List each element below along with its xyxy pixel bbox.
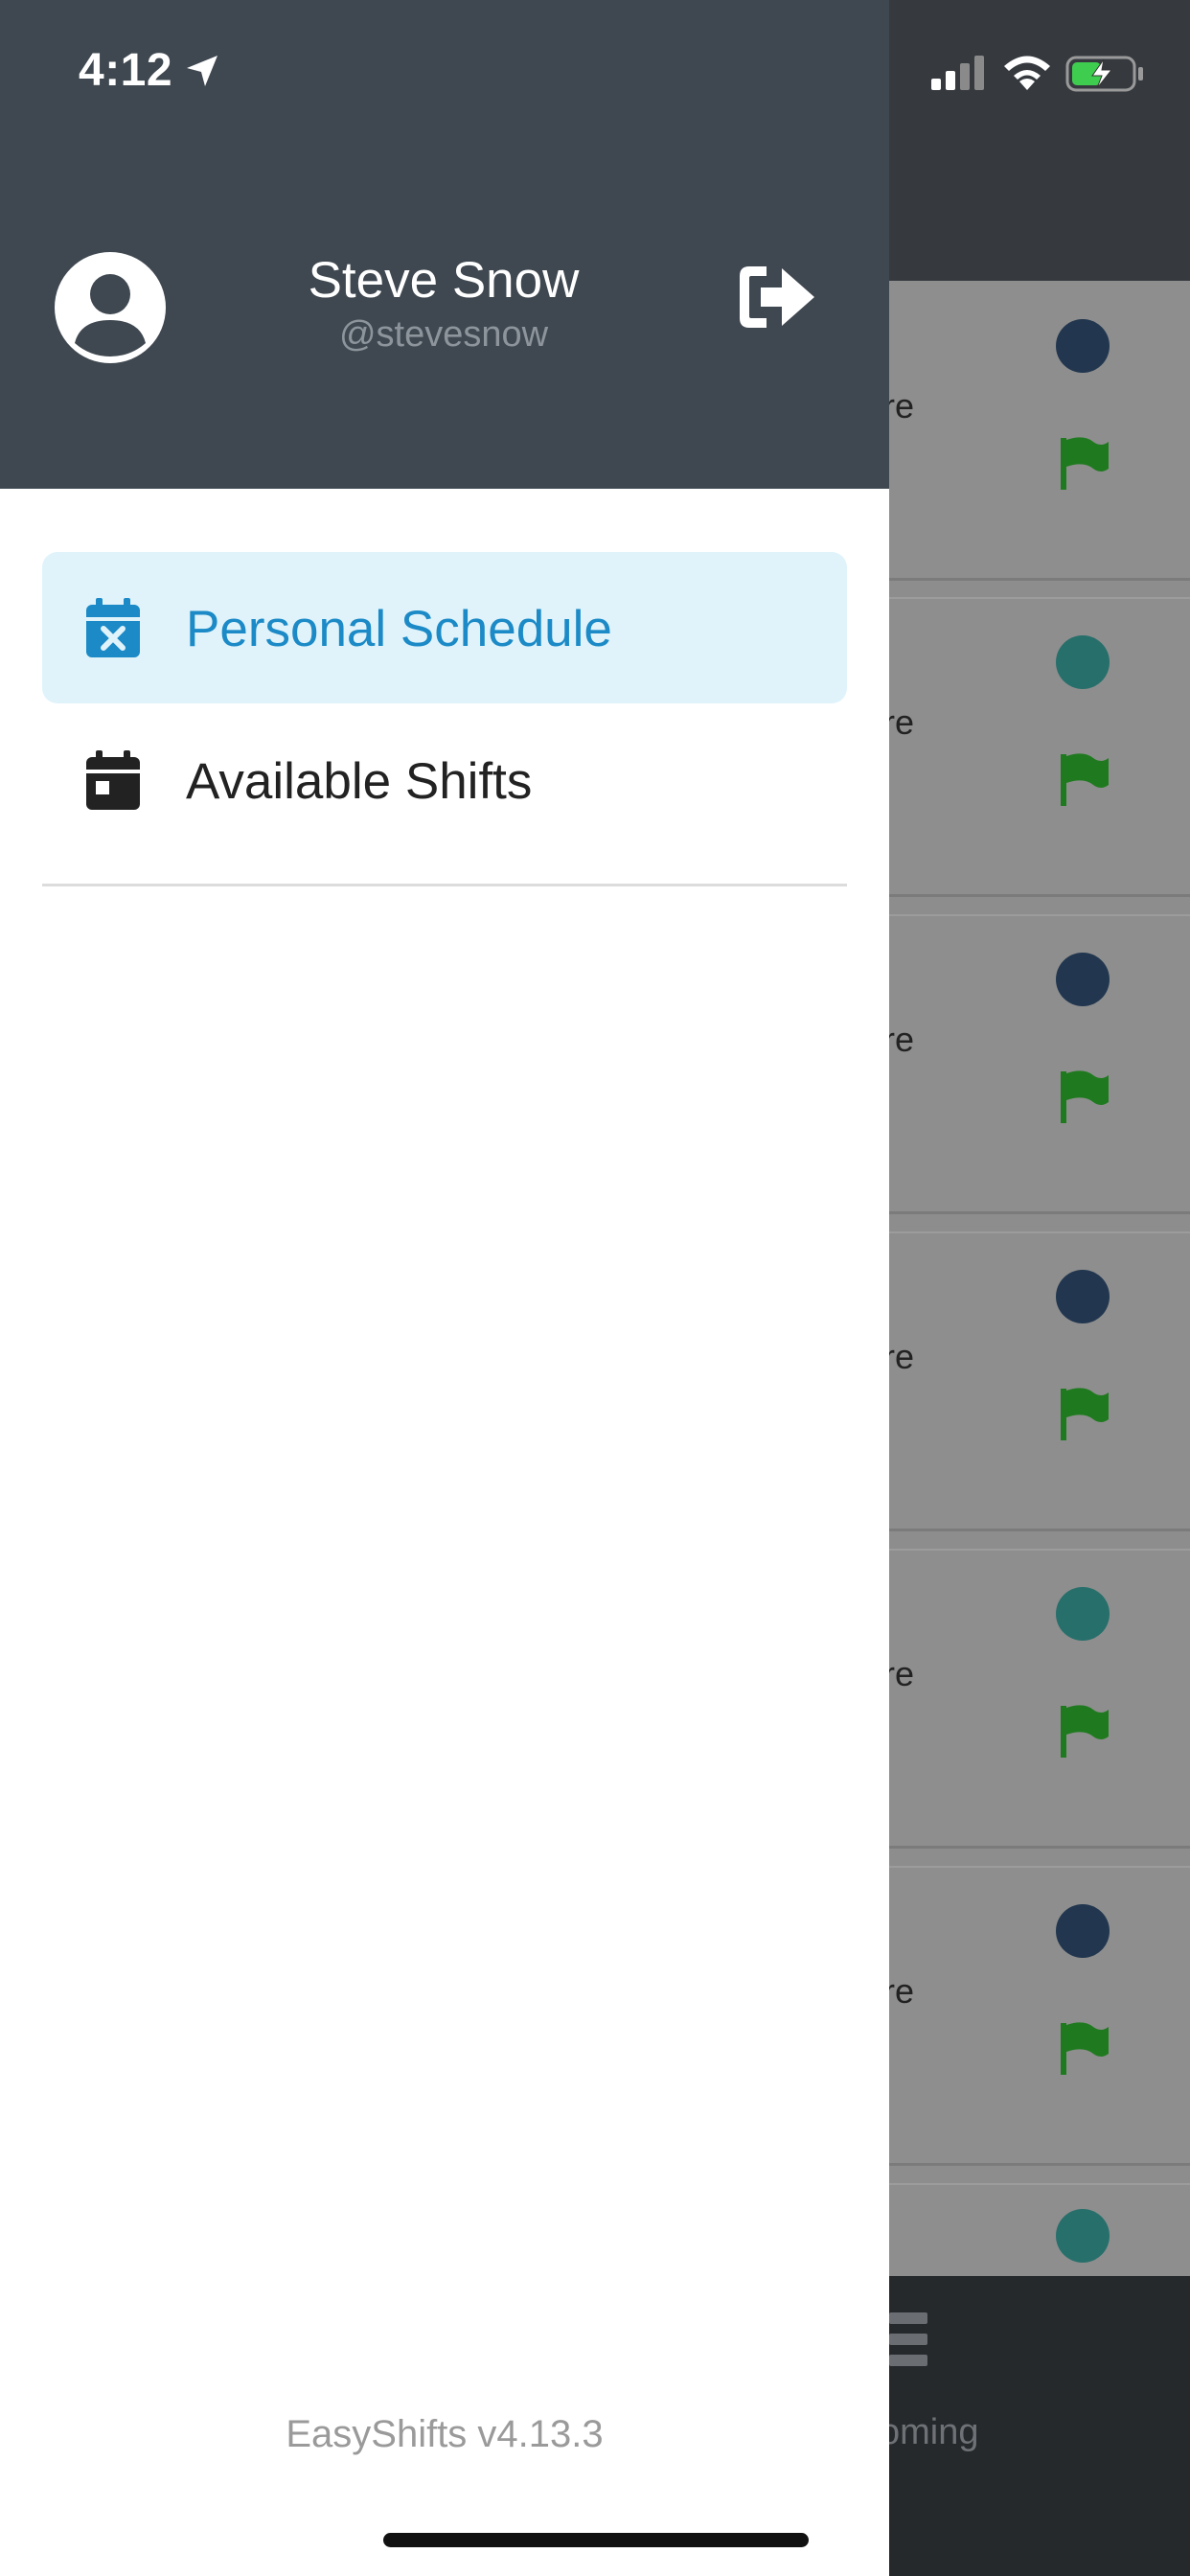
background-tab-bar: oming <box>880 2276 1190 2576</box>
cellular-signal-icon <box>931 56 984 90</box>
list-item[interactable] <box>889 2183 1190 2276</box>
status-dot <box>1056 319 1110 373</box>
menu-item-personal-schedule[interactable]: Personal Schedule <box>42 552 847 703</box>
status-dot <box>1056 635 1110 689</box>
flag-icon <box>1061 1070 1109 1123</box>
flag-icon <box>1061 2022 1109 2075</box>
background-shift-list: re re re re re re <box>889 281 1190 2276</box>
status-dot <box>1056 1587 1110 1641</box>
row-text: re <box>889 386 915 426</box>
menu-item-label: Personal Schedule <box>186 601 612 657</box>
app-version: EasyShifts v4.13.3 <box>286 2413 604 2455</box>
location-arrow-icon <box>187 56 217 86</box>
row-text: re <box>889 1337 915 1376</box>
user-name: Steve Snow <box>308 252 580 309</box>
list-item[interactable]: re <box>889 281 1190 581</box>
row-text: re <box>889 1971 915 2011</box>
list-item[interactable]: re <box>889 914 1190 1214</box>
avatar[interactable] <box>54 251 167 364</box>
status-dot <box>1056 1904 1110 1958</box>
user-handle: @stevesnow <box>338 314 549 355</box>
tab-upcoming-label: oming <box>880 2412 979 2452</box>
row-text: re <box>889 702 915 742</box>
status-dot <box>1056 2209 1110 2263</box>
drawer-header: 4:12 Steve Snow @stevesnow <box>0 0 889 489</box>
list-item[interactable]: re <box>889 597 1190 897</box>
flag-icon <box>1061 1705 1109 1758</box>
row-text: re <box>889 1020 915 1059</box>
row-text: re <box>889 1654 915 1693</box>
navigation-drawer: 4:12 Steve Snow @stevesnow Personal Sche… <box>0 0 889 2576</box>
battery-charging-icon <box>1065 56 1143 92</box>
list-icon <box>889 2312 927 2370</box>
home-indicator <box>383 2533 809 2547</box>
calendar-icon <box>86 750 140 810</box>
divider <box>42 884 847 886</box>
logout-button[interactable] <box>736 259 818 335</box>
status-time: 4:12 <box>79 45 173 96</box>
list-item[interactable]: re <box>889 1549 1190 1849</box>
list-item[interactable]: re <box>889 1866 1190 2166</box>
list-item[interactable]: re <box>889 1231 1190 1531</box>
flag-icon <box>1061 437 1109 490</box>
menu-item-available-shifts[interactable]: Available Shifts <box>42 704 847 856</box>
flag-icon <box>1061 1388 1109 1440</box>
wifi-icon <box>1004 56 1050 90</box>
flag-icon <box>1061 753 1109 806</box>
calendar-x-icon <box>86 598 140 657</box>
menu-item-label: Available Shifts <box>186 753 533 810</box>
status-dot <box>1056 953 1110 1006</box>
status-dot <box>1056 1270 1110 1323</box>
